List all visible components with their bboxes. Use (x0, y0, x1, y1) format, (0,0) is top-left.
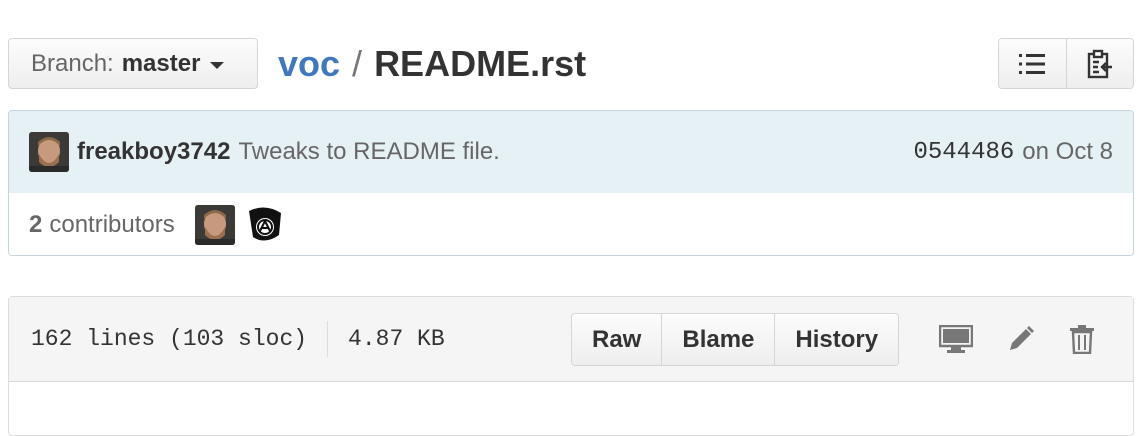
breadcrumb: voc / README.rst (278, 40, 586, 88)
clipboard-icon (1087, 49, 1112, 78)
contributors-count[interactable]: 2 (29, 211, 42, 239)
chevron-down-icon (210, 62, 225, 69)
history-button[interactable]: History (774, 314, 899, 365)
open-desktop-button[interactable] (939, 325, 973, 353)
commit-tease: freakboy3742 Tweaks to README file. 0544… (8, 110, 1134, 256)
contributors-row: 2 contributors (9, 193, 1133, 255)
list-icon (1019, 53, 1046, 74)
branch-name: master (121, 49, 201, 77)
divider (327, 321, 329, 357)
breadcrumb-repo-link[interactable]: voc (278, 43, 340, 85)
branch-label: Branch: (31, 49, 114, 77)
avatar[interactable] (244, 204, 285, 245)
file-header: 162 lines (103 sloc) 4.87 KB Raw Blame H… (9, 297, 1133, 382)
branch-selector-button[interactable]: Branch: master (8, 38, 258, 89)
file-icon-actions (939, 297, 1095, 381)
avatar[interactable] (29, 132, 69, 172)
commit-sha-link[interactable]: 0544486 (913, 139, 1014, 166)
commit-author-link[interactable]: freakboy3742 (77, 138, 230, 166)
contributors-label[interactable]: contributors (49, 211, 174, 239)
pencil-icon (1010, 326, 1034, 350)
latest-commit: freakboy3742 Tweaks to README file. 0544… (9, 111, 1133, 194)
file-size: 4.87 KB (348, 326, 445, 352)
avatar[interactable] (194, 204, 235, 245)
breadcrumb-separator: / (352, 43, 363, 84)
trash-icon (1070, 325, 1094, 354)
file-list-button[interactable] (999, 39, 1066, 88)
commit-message-link[interactable]: Tweaks to README file. (238, 138, 499, 166)
file-view-buttons: Raw Blame History (571, 313, 900, 366)
file-actions-group (998, 38, 1134, 89)
commit-date: on Oct 8 (1022, 138, 1113, 165)
file-info: 162 lines (103 sloc) 4.87 KB (31, 297, 445, 381)
desktop-icon (939, 325, 973, 353)
blame-button[interactable]: Blame (661, 314, 775, 365)
copy-path-button[interactable] (1065, 39, 1133, 88)
breadcrumb-file-name: README.rst (374, 43, 587, 84)
edit-file-button[interactable] (1007, 325, 1035, 353)
delete-file-button[interactable] (1069, 324, 1095, 354)
commit-meta: 0544486 on Oct 8 (913, 111, 1113, 193)
raw-button[interactable]: Raw (572, 314, 662, 365)
file-lines: 162 lines (103 sloc) (31, 326, 308, 352)
file-container: 162 lines (103 sloc) 4.87 KB Raw Blame H… (8, 296, 1134, 436)
